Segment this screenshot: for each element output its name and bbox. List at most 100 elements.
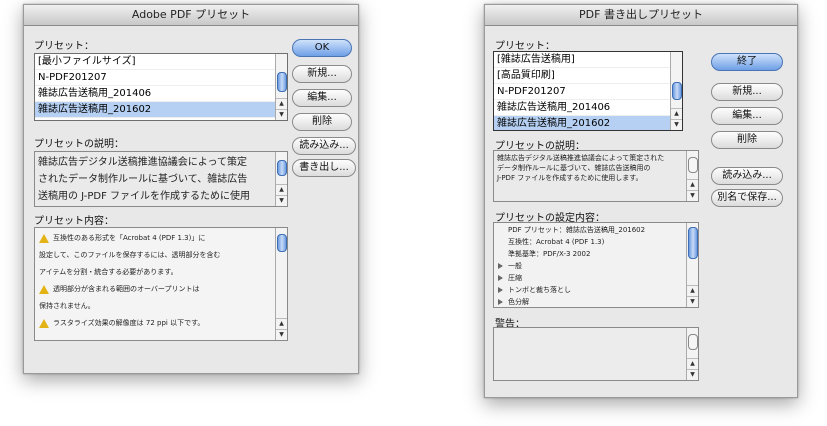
dialog-title: PDF 書き出しプリセット xyxy=(485,5,797,26)
preset-description: 雑誌広告デジタル送稿推進協議会によって策定されたデータ制作ルールに基づいて、雑誌… xyxy=(34,151,288,207)
scroll-down-arrow[interactable]: ▼ xyxy=(276,109,287,120)
edit-button[interactable]: 編集... xyxy=(711,107,783,125)
pdf-export-presets-dialog: PDF 書き出しプリセット プリセット： [雑誌広告送稿用] [高品質印刷] N-P… xyxy=(484,4,798,398)
preset-list-item[interactable]: 雑誌広告送稿用_201602 xyxy=(494,116,682,130)
dialog-title: Adobe PDF プリセット xyxy=(24,5,358,26)
preset-list-item[interactable]: N-PDF201207 xyxy=(35,70,287,86)
scroll-thumb[interactable] xyxy=(688,227,698,259)
content-line-text: 透明部分が含まれる範囲のオーバープリントは xyxy=(53,285,200,293)
scroll-up-arrow[interactable]: ▲ xyxy=(687,285,698,296)
export-button[interactable]: 書き出し... xyxy=(292,159,356,177)
scroll-thumb[interactable] xyxy=(672,82,682,100)
scroll-up-arrow[interactable]: ▲ xyxy=(276,184,287,195)
preset-list[interactable]: [雑誌広告送稿用] [高品質印刷] N-PDF201207 雑誌広告送稿用_20140… xyxy=(493,51,683,131)
content-line: 透明部分が含まれる範囲のオーバープリントは xyxy=(35,281,287,298)
save-as-button[interactable]: 別名で保存... xyxy=(711,189,783,207)
preset-content-label: プリセット内容： xyxy=(34,216,114,227)
warnings-scrollbar[interactable]: ▲ ▼ xyxy=(686,328,698,380)
disclosure-triangle-icon[interactable] xyxy=(498,275,503,281)
preset-list-item[interactable]: [最小ファイルサイズ] xyxy=(35,54,287,70)
settings-line: 準拠基準：PDF/X-3 2002 xyxy=(494,248,698,260)
preset-list-item[interactable]: 雑誌広告送稿用_201406 xyxy=(494,100,682,116)
content-line-text: 保持されません。 xyxy=(39,302,95,310)
content-line-text: 設定して、このファイルを保存するには、透明部分を含む xyxy=(39,251,221,259)
content-line: 設定して、このファイルを保存するには、透明部分を含む xyxy=(35,247,287,264)
preset-label: プリセット： xyxy=(34,41,94,52)
settings-line-text: 圧縮 xyxy=(508,274,522,282)
settings-line-text: PDF プリセット：雑誌広告送稿用_201602 xyxy=(508,226,646,234)
content-line-text: アイテムを分割・統合する必要があります。 xyxy=(39,268,178,276)
preset-list[interactable]: [最小ファイルサイズ] N-PDF201207 雑誌広告送稿用_201406 雑誌広告… xyxy=(34,53,288,121)
content-line: 互換性のある形式を「Acrobat 4 (PDF 1.3)」に xyxy=(35,230,287,247)
description-line: します。 xyxy=(38,205,284,206)
delete-button[interactable]: 削除 xyxy=(711,131,783,149)
content-line-text: ラスタライズ効果の解像度は 72 ppi 以下です。 xyxy=(53,319,205,327)
settings-group[interactable]: 一般 xyxy=(494,260,698,272)
content-line: 保持されません。 xyxy=(35,298,287,315)
scroll-up-arrow[interactable]: ▲ xyxy=(671,108,682,119)
preset-description: 雑誌広告デジタル送稿推進協議会によって策定されたデータ制作ルールに基づいて、雑誌… xyxy=(493,150,699,202)
settings-line-text: トンボと裁ち落とし xyxy=(508,286,571,294)
preset-label: プリセット： xyxy=(495,41,555,52)
preset-description-label: プリセットの説明： xyxy=(34,139,124,150)
import-button[interactable]: 読み込み... xyxy=(292,137,356,155)
scroll-thumb[interactable] xyxy=(688,157,698,173)
description-scrollbar[interactable]: ▲ ▼ xyxy=(686,151,698,201)
description-line: 送稿用の J-PDF ファイルを作成するために使用 xyxy=(38,191,251,202)
scroll-thumb[interactable] xyxy=(277,72,287,92)
scroll-down-arrow[interactable]: ▼ xyxy=(276,195,287,206)
description-line: 雑誌広告デジタル送稿推進協議会によって策定された xyxy=(497,154,665,162)
new-button[interactable]: 新規... xyxy=(292,65,352,83)
settings-group[interactable]: 色分解 xyxy=(494,296,698,307)
preset-list-item[interactable]: [雑誌広告送稿用] xyxy=(494,52,682,68)
disclosure-triangle-icon[interactable] xyxy=(498,299,503,305)
scroll-thumb[interactable] xyxy=(688,334,698,350)
warning-icon xyxy=(39,284,49,294)
content-scrollbar[interactable]: ▲ ▼ xyxy=(275,228,287,340)
scroll-up-arrow[interactable]: ▲ xyxy=(276,98,287,109)
settings-scrollbar[interactable]: ▲ ▼ xyxy=(686,223,698,307)
preset-list-item[interactable]: 雑誌広告送稿用_201406 xyxy=(35,86,287,102)
disclosure-triangle-icon[interactable] xyxy=(498,263,503,269)
description-line: J-PDF ファイルを作成するために使用します。 xyxy=(497,174,643,182)
scroll-thumb[interactable] xyxy=(277,160,287,176)
warning-icon xyxy=(39,233,49,243)
description-line: 雑誌広告デジタル送稿推進協議会によって策定 xyxy=(38,157,247,168)
done-button[interactable]: 終了 xyxy=(711,53,783,71)
description-line: されたデータ制作ルールに基づいて、雑誌広告 xyxy=(38,174,248,185)
content-line-text: 互換性のある形式を「Acrobat 4 (PDF 1.3)」に xyxy=(53,234,206,242)
import-button[interactable]: 読み込み... xyxy=(711,167,783,185)
preset-list-item[interactable]: N-PDF201207 xyxy=(494,84,682,100)
preset-list-item[interactable]: [高品質印刷] xyxy=(494,68,682,84)
settings-line: PDF プリセット：雑誌広告送稿用_201602 xyxy=(494,224,698,236)
scroll-down-arrow[interactable]: ▼ xyxy=(276,329,287,340)
content-line: アイテムを分割・統合する必要があります。 xyxy=(35,264,287,281)
settings-line-text: 互換性：Acrobat 4 (PDF 1.3) xyxy=(508,238,605,246)
content-line: ラスタライズ効果の解像度は 72 ppi 以下です。 xyxy=(35,315,287,332)
scroll-down-arrow[interactable]: ▼ xyxy=(687,296,698,307)
scroll-up-arrow[interactable]: ▲ xyxy=(276,318,287,329)
settings-line: 互換性：Acrobat 4 (PDF 1.3) xyxy=(494,236,698,248)
new-button[interactable]: 新規... xyxy=(711,83,783,101)
description-scrollbar[interactable]: ▲ ▼ xyxy=(275,152,287,206)
adobe-pdf-presets-dialog: Adobe PDF プリセット プリセット： [最小ファイルサイズ] N-PDF2… xyxy=(23,4,359,374)
disclosure-triangle-icon[interactable] xyxy=(498,287,503,293)
scroll-up-arrow[interactable]: ▲ xyxy=(687,358,698,369)
preset-list-scrollbar[interactable]: ▲ ▼ xyxy=(670,52,682,130)
edit-button[interactable]: 編集... xyxy=(292,89,352,107)
settings-group[interactable]: 圧縮 xyxy=(494,272,698,284)
delete-button[interactable]: 削除 xyxy=(292,113,352,131)
scroll-down-arrow[interactable]: ▼ xyxy=(687,369,698,380)
preset-settings: PDF プリセット：雑誌広告送稿用_201602 互換性：Acrobat 4 (P… xyxy=(493,222,699,308)
settings-line-text: 準拠基準：PDF/X-3 2002 xyxy=(508,250,591,258)
scroll-down-arrow[interactable]: ▼ xyxy=(687,190,698,201)
scroll-down-arrow[interactable]: ▼ xyxy=(671,119,682,130)
preset-list-item[interactable]: 雑誌広告送稿用_201602 xyxy=(35,102,287,118)
scroll-up-arrow[interactable]: ▲ xyxy=(687,179,698,190)
settings-group[interactable]: トンボと裁ち落とし xyxy=(494,284,698,296)
scroll-thumb[interactable] xyxy=(277,234,287,252)
warning-icon xyxy=(39,318,49,328)
description-line: データ制作ルールに基づいて、雑誌広告送稿用の xyxy=(497,164,651,172)
preset-list-scrollbar[interactable]: ▲ ▼ xyxy=(275,54,287,120)
ok-button[interactable]: OK xyxy=(292,39,352,57)
